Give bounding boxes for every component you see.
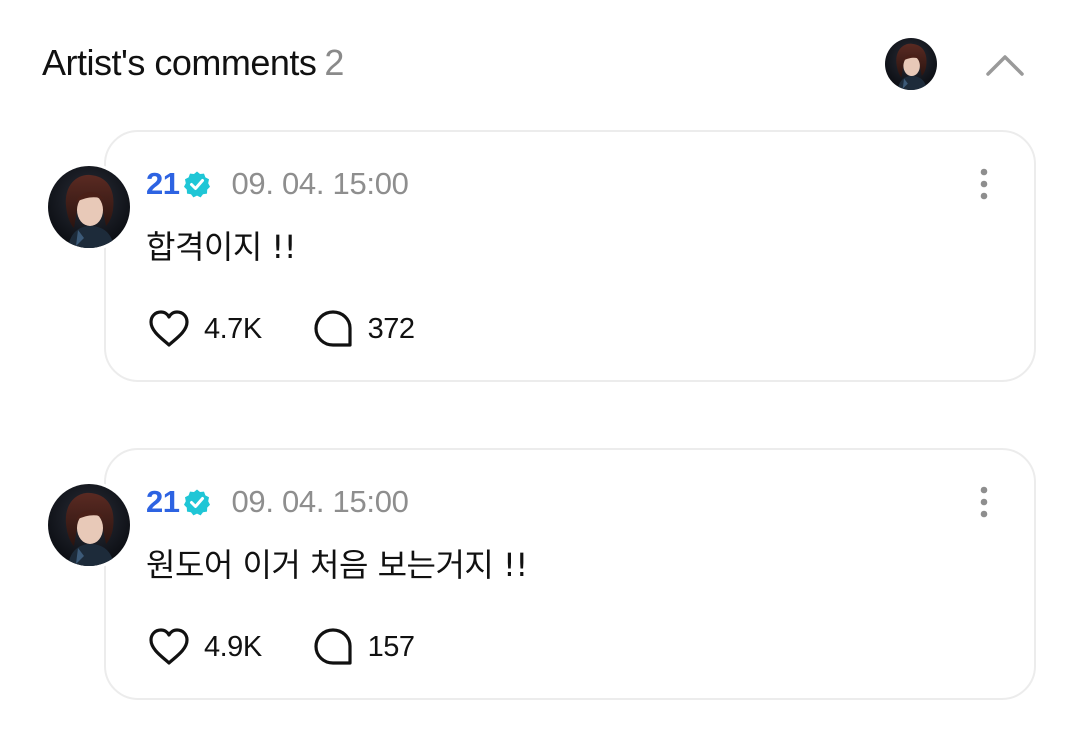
heart-icon <box>149 628 189 665</box>
heart-icon <box>149 310 189 347</box>
section-title-label: Artist's comments <box>42 42 317 83</box>
verified-badge-icon <box>184 171 211 198</box>
collapse-button[interactable] <box>982 46 1028 82</box>
comment-actions: 4.7K 372 <box>146 306 415 352</box>
comment-text: 원도어 이거 처음 보는거지 !! <box>146 546 528 584</box>
more-options-button[interactable] <box>974 482 994 522</box>
artist-comments-header: Artist's comments 2 <box>42 38 1042 94</box>
author-avatar-image <box>48 484 130 566</box>
comment-meta: 21 09. 04. 15:00 <box>146 164 409 204</box>
verified-badge-icon <box>184 489 211 516</box>
comment-author-avatar[interactable] <box>48 484 130 566</box>
comment-timestamp: 09. 04. 15:00 <box>231 484 409 519</box>
author-avatar-image <box>48 166 130 248</box>
like-button[interactable]: 4.9K <box>146 624 262 670</box>
speech-bubble-icon <box>314 310 352 347</box>
comment-card: 21 09. 04. 15:00 원도어 이거 처음 보는거지 !! 4.9K … <box>104 448 1036 700</box>
comment-count: 2 <box>324 42 344 83</box>
comment-timestamp: 09. 04. 15:00 <box>231 166 409 201</box>
reply-button[interactable]: 372 <box>310 306 415 352</box>
chevron-up-icon <box>986 55 1024 76</box>
like-button[interactable]: 4.7K <box>146 306 262 352</box>
comment-author-avatar[interactable] <box>48 166 130 248</box>
comment-actions: 4.9K 157 <box>146 624 415 670</box>
artist-avatar[interactable] <box>885 38 937 90</box>
comment-text: 합격이지 !! <box>146 228 297 266</box>
speech-bubble-icon <box>314 628 352 665</box>
reply-count: 157 <box>367 630 415 663</box>
reply-button[interactable]: 157 <box>310 624 415 670</box>
like-count: 4.9K <box>204 630 262 663</box>
artist-avatar-image <box>885 38 937 90</box>
like-count: 4.7K <box>204 312 262 345</box>
author-name[interactable]: 21 <box>146 166 180 202</box>
author-name[interactable]: 21 <box>146 484 180 520</box>
section-title: Artist's comments 2 <box>42 42 344 84</box>
comment-meta: 21 09. 04. 15:00 <box>146 482 409 522</box>
more-options-button[interactable] <box>974 164 994 204</box>
reply-count: 372 <box>367 312 415 345</box>
comment-card: 21 09. 04. 15:00 합격이지 !! 4.7K 372 <box>104 130 1036 382</box>
more-vertical-icon <box>980 486 988 518</box>
more-vertical-icon <box>980 168 988 200</box>
